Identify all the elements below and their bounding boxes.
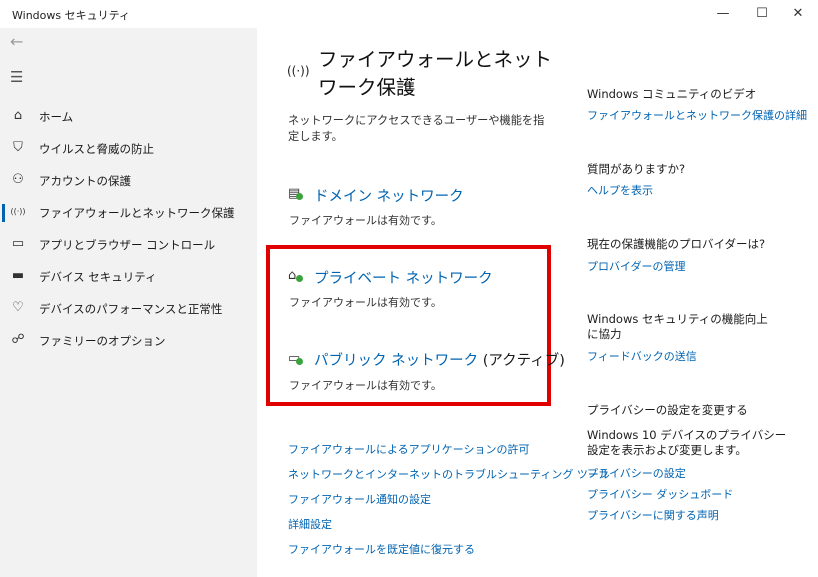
feedback-link[interactable]: フィードバックの送信 <box>587 348 697 364</box>
sidebar-item-label: アカウントの保護 <box>39 174 131 188</box>
troubleshooter-link[interactable]: ネットワークとインターネットのトラブルシューティング ツール <box>288 466 610 482</box>
minimize-button[interactable]: — <box>706 0 740 28</box>
sidebar-item-home[interactable]: ⌂ ホーム <box>0 103 257 131</box>
title-bar: Windows セキュリティ — ☐ ✕ <box>0 0 818 28</box>
privacy-statement-link[interactable]: プライバシーに関する声明 <box>587 507 719 523</box>
wireless-icon: ((·)) <box>287 64 310 78</box>
public-network-status: ファイアウォールは有効です。 <box>289 379 442 392</box>
domain-network-icon: ▤ <box>288 186 303 201</box>
maximize-button[interactable]: ☐ <box>745 0 779 28</box>
privacy-text: Windows 10 デバイスのプライバシー設定を表示および変更します。 <box>587 428 787 457</box>
page-title: ファイアウォールとネットワーク保護 <box>318 48 553 99</box>
sidebar-item-device-performance[interactable]: ♡ デバイスのパフォーマンスと正常性 <box>0 295 257 323</box>
sidebar-item-label: ファミリーのオプション <box>39 334 166 348</box>
privacy-dashboard-link[interactable]: プライバシー ダッシュボード <box>587 486 733 502</box>
help-link[interactable]: ヘルプを表示 <box>587 182 653 198</box>
shield-icon: ⛉ <box>13 140 23 155</box>
restore-defaults-link[interactable]: ファイアウォールを既定値に復元する <box>288 541 475 557</box>
wireless-icon: ((·)) <box>10 207 26 216</box>
sidebar-item-label: ホーム <box>39 110 74 124</box>
sidebar-item-account-protection[interactable]: ⚇ アカウントの保護 <box>0 167 257 195</box>
browser-window-icon: ▭ <box>11 236 25 251</box>
domain-network-link[interactable]: ドメイン ネットワーク <box>314 185 464 206</box>
community-heading: Windows コミュニティのビデオ <box>587 87 757 101</box>
home-icon: ⌂ <box>13 108 23 123</box>
hamburger-menu-icon[interactable]: ☰ <box>10 68 23 86</box>
allow-app-link[interactable]: ファイアウォールによるアプリケーションの許可 <box>288 441 529 457</box>
sidebar-item-app-browser-control[interactable]: ▭ アプリとブラウザー コントロール <box>0 231 257 259</box>
notification-settings-link[interactable]: ファイアウォール通知の設定 <box>288 491 431 507</box>
provider-link[interactable]: プロバイダーの管理 <box>587 258 686 274</box>
sidebar-item-label: ファイアウォールとネットワーク保護 <box>39 206 235 220</box>
sidebar-item-virus-protection[interactable]: ⛉ ウイルスと脅威の防止 <box>0 135 257 163</box>
person-icon: ⚇ <box>12 172 24 187</box>
sidebar-item-label: デバイスのパフォーマンスと正常性 <box>39 302 223 316</box>
sidebar-item-family-options[interactable]: ☍ ファミリーのオプション <box>0 327 257 355</box>
provider-heading: 現在の保護機能のプロバイダーは? <box>587 237 766 251</box>
sidebar-item-device-security[interactable]: ▬ デバイス セキュリティ <box>0 263 257 291</box>
check-badge-icon <box>296 358 303 365</box>
active-label: (アクティブ) <box>482 353 565 369</box>
community-link[interactable]: ファイアウォールとネットワーク保護の詳細 <box>587 107 807 123</box>
public-network-icon: ▭ <box>288 351 303 366</box>
selection-indicator <box>2 204 5 222</box>
family-icon: ☍ <box>11 332 25 347</box>
sidebar-item-label: デバイス セキュリティ <box>39 270 157 284</box>
page-description: ネットワークにアクセスできるユーザーや機能を指定します。 <box>288 114 545 143</box>
question-heading: 質問がありますか? <box>587 162 686 176</box>
check-badge-icon <box>296 193 303 200</box>
laptop-icon: ▬ <box>11 268 25 283</box>
public-network-link[interactable]: パブリック ネットワーク (アクティブ) <box>314 349 565 370</box>
close-button[interactable]: ✕ <box>781 0 815 28</box>
privacy-heading: プライバシーの設定を変更する <box>587 403 748 417</box>
window-title: Windows セキュリティ <box>12 9 130 22</box>
private-network-link[interactable]: プライベート ネットワーク <box>314 267 493 288</box>
back-arrow-icon[interactable]: ← <box>10 32 23 51</box>
sidebar: ← ☰ ⌂ ホーム ⛉ ウイルスと脅威の防止 ⚇ アカウントの保護 ((·)) … <box>0 28 257 577</box>
improve-heading: Windows セキュリティの機能向上に協力 <box>587 312 768 341</box>
domain-network-status: ファイアウォールは有効です。 <box>289 214 442 227</box>
heart-icon: ♡ <box>12 300 24 315</box>
sidebar-item-label: アプリとブラウザー コントロール <box>39 238 216 252</box>
privacy-settings-link[interactable]: プライバシーの設定 <box>587 465 686 481</box>
private-network-icon: ⌂ <box>288 268 303 283</box>
advanced-settings-link[interactable]: 詳細設定 <box>288 516 332 532</box>
private-network-status: ファイアウォールは有効です。 <box>289 296 442 309</box>
check-badge-icon <box>296 275 303 282</box>
sidebar-item-label: ウイルスと脅威の防止 <box>39 142 154 156</box>
sidebar-item-firewall[interactable]: ((·)) ファイアウォールとネットワーク保護 <box>0 199 257 227</box>
